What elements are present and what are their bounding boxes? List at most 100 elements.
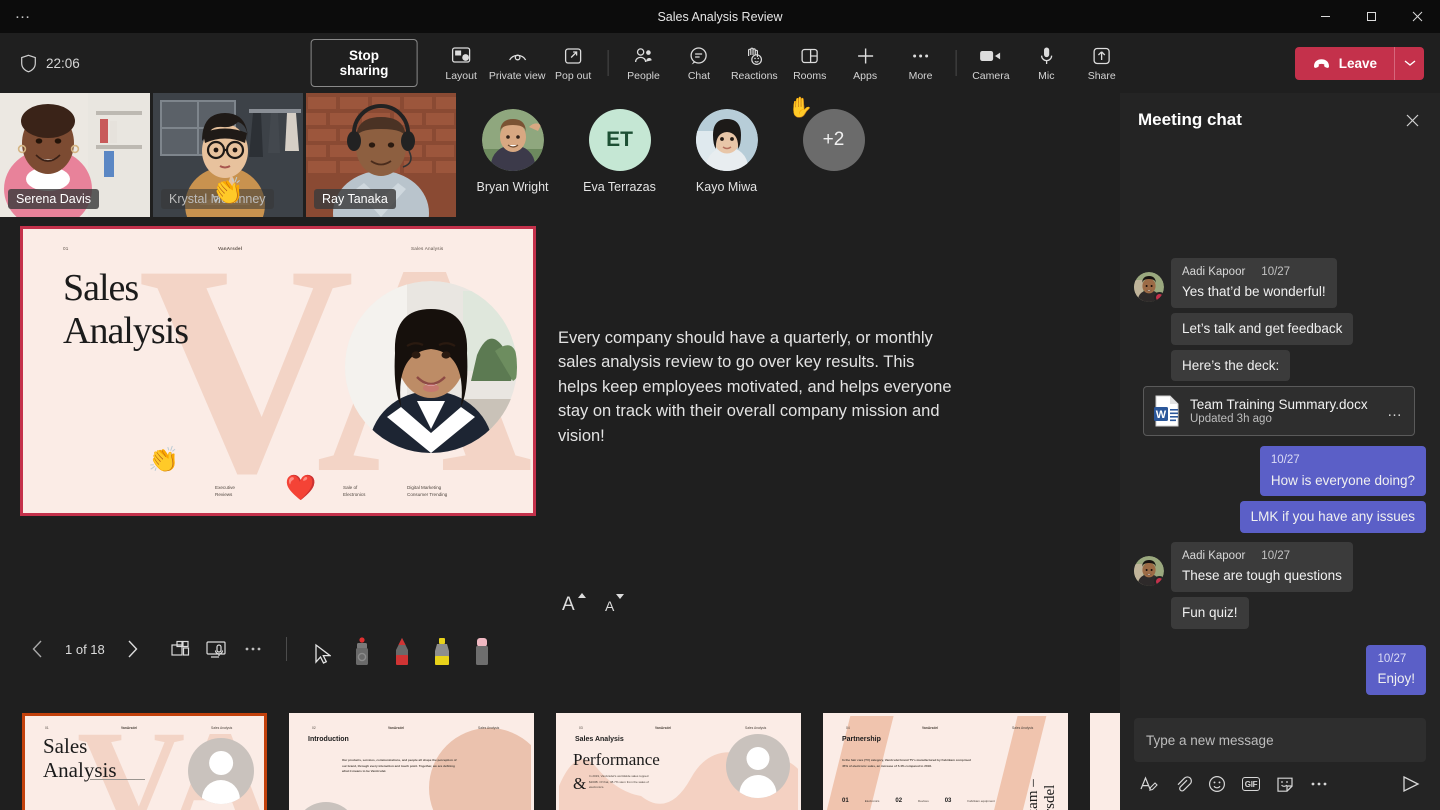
chat-bubble[interactable]: Aadi Kapoor 10/27 These are tough questi… (1171, 542, 1353, 592)
send-icon[interactable] (1396, 770, 1426, 798)
toolbar-item-share[interactable]: Share (1074, 36, 1129, 90)
close-icon[interactable] (1394, 0, 1440, 33)
more-icon[interactable] (1304, 770, 1334, 798)
video-tile-krystal-mckinney[interactable]: 👏 Krystal McKinney (153, 93, 303, 217)
toolbar-item-pop-out[interactable]: Pop out (545, 36, 600, 90)
slide-thumbnail-3[interactable]: 03 VanArsdel Sales Analysis Sales Analys… (556, 713, 801, 810)
gif-icon[interactable]: GIF (1236, 770, 1266, 798)
decrease-font-size-button[interactable]: A (599, 585, 633, 619)
chat-bubble[interactable]: 10/27 How is everyone doing? (1260, 446, 1426, 496)
slide-header-topic: Sales Analysis (411, 246, 443, 251)
highlighter-tool[interactable] (423, 631, 461, 667)
increase-font-size-button[interactable]: A (556, 585, 592, 619)
avatar (1134, 556, 1164, 586)
toolbar-item-rooms[interactable]: Rooms (782, 36, 837, 90)
chat-compose-area: Type a new message GIF (1120, 710, 1440, 810)
slide-title: Sales Analysis (63, 267, 188, 352)
all-slides-button[interactable] (164, 632, 198, 666)
file-attachment-card[interactable]: W Team Training Summary.docx Updated 3h … (1143, 386, 1415, 436)
avatar-name-label: Kayo Miwa (696, 180, 757, 194)
chat-bubble[interactable]: Let’s talk and get feedback (1171, 313, 1353, 345)
presentation-controls: 1 of 18 (20, 631, 501, 667)
thumb-placeholder-photo (294, 802, 358, 810)
window-overflow-menu[interactable]: … (0, 9, 46, 25)
minimize-icon[interactable] (1302, 0, 1348, 33)
previous-slide-button[interactable] (20, 632, 54, 666)
avatar-tile-overflow[interactable]: ✋ +2 (780, 93, 887, 171)
present-with-notes-button[interactable] (200, 632, 234, 666)
chat-timestamp: 10/27 (1271, 453, 1300, 468)
attach-icon[interactable] (1168, 770, 1198, 798)
slide-thumbnail-5[interactable] (1090, 713, 1120, 810)
avatar (482, 109, 544, 171)
slide-footer-1: Executive Reviews (215, 484, 235, 499)
toolbar-item-apps[interactable]: Apps (837, 36, 892, 90)
shared-slide: VA 01 VanArsdel Sales Analysis Sales Ana… (20, 226, 536, 516)
meeting-toolbar-center: Stop sharing Layout Private view Pop out (311, 33, 1130, 93)
chat-header: Meeting chat (1120, 93, 1440, 147)
emoji-icon[interactable] (1202, 770, 1232, 798)
chat-avatar-spacer (1134, 350, 1171, 382)
thumb-stat-label-1: Electronics (865, 799, 880, 803)
slide-thumbnail-1[interactable]: VA 01 VanArsdel Sales Analysis Sales Ana… (22, 713, 267, 810)
filmstrip-cell-2: 02 VanArsdel Sales Analysis Introduction… (267, 713, 534, 810)
thumb-header-number: 04 (846, 726, 850, 730)
toolbar-item-private-view[interactable]: Private view (489, 36, 546, 90)
chat-message-list[interactable]: Aadi Kapoor 10/27 Yes that’d be wonderfu… (1120, 147, 1440, 710)
video-tile-ray-tanaka[interactable]: Ray Tanaka (306, 93, 456, 217)
toolbar-divider-2 (955, 50, 956, 76)
shared-slide-container[interactable]: VA 01 VanArsdel Sales Analysis Sales Ana… (20, 226, 536, 516)
filmstrip-cell-1: VA 01 VanArsdel Sales Analysis Sales Ana… (0, 713, 267, 810)
leave-options-chevron-down-icon[interactable] (1394, 47, 1424, 80)
leave-button[interactable]: Leave (1295, 47, 1394, 80)
slide-header-brand: VanArsdel (218, 246, 242, 251)
laser-pointer-tool[interactable] (343, 631, 381, 667)
chat-bubble[interactable]: Fun quiz! (1171, 597, 1249, 629)
chat-message: Fun quiz! (1134, 597, 1426, 629)
maximize-icon[interactable] (1348, 0, 1394, 33)
chat-bubble[interactable]: 10/27 Enjoy! (1366, 645, 1426, 695)
toolbar-item-more[interactable]: More (893, 36, 948, 90)
window-title: Sales Analysis Review (0, 10, 1440, 24)
chat-bubble[interactable]: LMK if you have any issues (1240, 501, 1426, 533)
toolbar-item-camera[interactable]: Camera (963, 36, 1018, 90)
avatar-tile-bryan-wright[interactable]: Bryan Wright (459, 93, 566, 194)
meeting-stage: Serena Davis (0, 93, 1120, 810)
notes-font-controls: A A (556, 585, 633, 619)
next-slide-button[interactable] (116, 632, 150, 666)
chat-message: Aadi Kapoor 10/27 Yes that’d be wonderfu… (1134, 258, 1426, 308)
toolbar-item-people[interactable]: People (616, 36, 671, 90)
meeting-toolbar-right: Leave (1281, 33, 1424, 93)
chat-avatar-spacer (1134, 386, 1143, 436)
slide-filmstrip[interactable]: VA 01 VanArsdel Sales Analysis Sales Ana… (0, 713, 1120, 810)
slide-thumbnail-4[interactable]: 04 VanArsdel Sales Analysis Partnership … (823, 713, 1068, 810)
thumb-eyebrow: Sales Analysis (575, 736, 624, 743)
avatar-tile-eva-terrazas[interactable]: ET Eva Terrazas (566, 93, 673, 194)
stop-sharing-button[interactable]: Stop sharing (311, 39, 418, 87)
avatar-tile-kayo-miwa[interactable]: Kayo Miwa (673, 93, 780, 194)
avatar-name-label: Bryan Wright (476, 180, 548, 194)
presence-badge-busy (1154, 292, 1164, 302)
file-more-options-icon[interactable]: … (1385, 403, 1405, 420)
toolbar-item-reactions[interactable]: Reactions (727, 36, 782, 90)
raised-hand-icon: ✋ (788, 95, 813, 120)
presentation-more-options-button[interactable] (236, 632, 270, 666)
chat-message: Here’s the deck: (1134, 350, 1426, 382)
chat-message-input[interactable]: Type a new message (1134, 718, 1426, 762)
sticker-icon[interactable] (1270, 770, 1300, 798)
close-icon[interactable] (1398, 106, 1426, 134)
thumb-body: Our products, services, communications, … (342, 758, 460, 775)
meeting-status: 22:06 (20, 54, 80, 73)
svg-text:A: A (605, 598, 615, 614)
slide-thumbnail-2[interactable]: 02 VanArsdel Sales Analysis Introduction… (289, 713, 534, 810)
toolbar-item-mic[interactable]: Mic (1019, 36, 1074, 90)
eraser-tool[interactable] (463, 631, 501, 667)
toolbar-item-layout[interactable]: Layout (433, 36, 488, 90)
chat-bubble[interactable]: Here’s the deck: (1171, 350, 1290, 382)
red-pen-tool[interactable] (383, 631, 421, 667)
toolbar-item-chat[interactable]: Chat (671, 36, 726, 90)
format-icon[interactable] (1134, 770, 1164, 798)
cursor-tool[interactable] (303, 631, 341, 667)
video-tile-serena-davis[interactable]: Serena Davis (0, 93, 150, 217)
chat-bubble[interactable]: Aadi Kapoor 10/27 Yes that’d be wonderfu… (1171, 258, 1337, 308)
